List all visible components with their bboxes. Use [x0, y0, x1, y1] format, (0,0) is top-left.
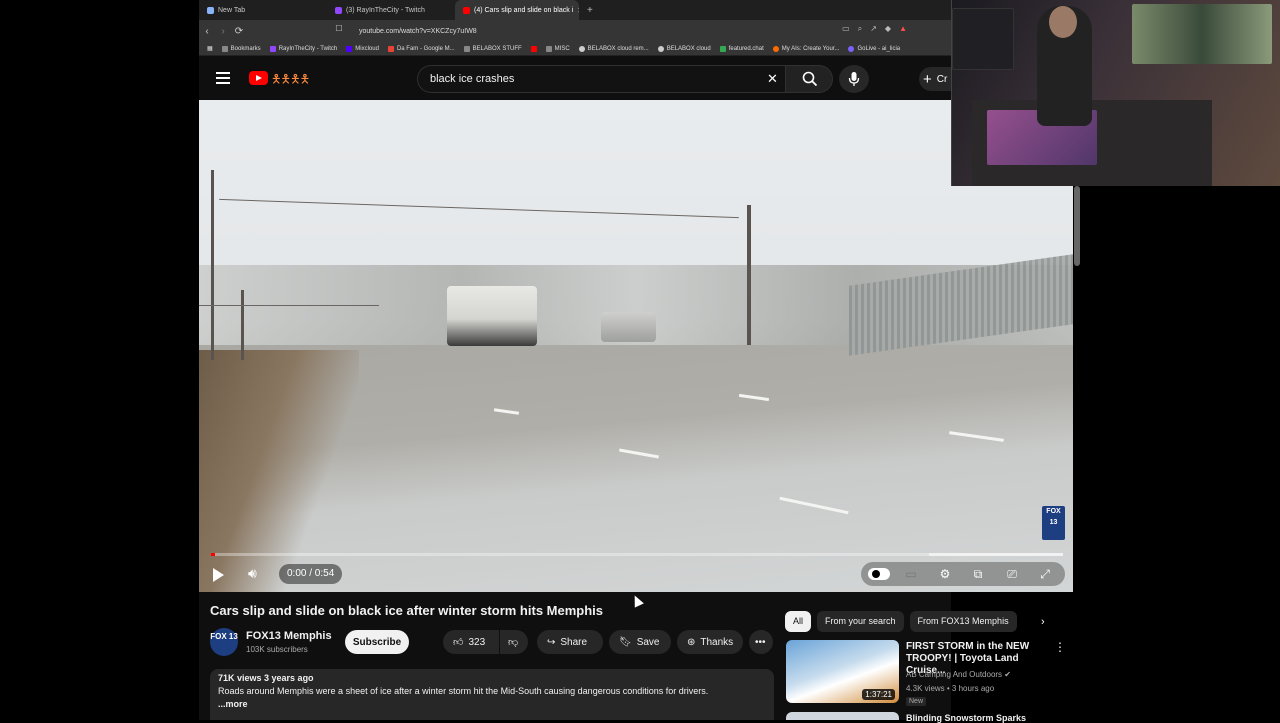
video-frame-wire [199, 305, 379, 306]
youtube-logo-icon[interactable] [249, 71, 268, 85]
time-display: 0:00 / 0:54 [279, 564, 343, 584]
fullscreen-icon[interactable]: ⤢ [1037, 567, 1053, 581]
verified-check-icon: ✔ [1004, 670, 1011, 679]
video-player[interactable]: FOX 13 🔊︎ 0:00 / 0:54 ▭ ⚙ ⧉ ⎚ ⤢ [199, 100, 1073, 592]
recommendation-thumbnail[interactable] [786, 712, 899, 720]
thumbs-up-icon: 👍︎ [453, 637, 464, 648]
new-badge: New [906, 697, 927, 706]
miniplayer-icon[interactable]: ⧉ [970, 567, 986, 581]
video-frame-truck [601, 312, 656, 342]
clear-search-icon[interactable]: ✕ [767, 71, 778, 87]
youtube-doodle-icon[interactable]: 🯅🯅🯅🯅 [271, 70, 310, 91]
webcam-monitor [952, 8, 1014, 70]
page-scrollbar[interactable] [1074, 186, 1080, 266]
video-duration: 1:37:21 [862, 689, 895, 700]
video-frame-pole [241, 290, 244, 360]
chip-all[interactable]: All [785, 611, 812, 632]
show-more-link[interactable]: ...more [218, 699, 766, 709]
view-count-date: 71K views 3 years ago [218, 673, 314, 683]
share-arrow-icon: ↪ [547, 636, 556, 648]
recommendation-channel[interactable]: AB Camping And Outdoors ✔ [906, 670, 1011, 679]
video-frame-streetlight [747, 205, 751, 345]
description-box[interactable]: 71K views 3 years ago Roads around Memph… [210, 669, 774, 720]
cast-icon[interactable]: ⎚ [1004, 567, 1020, 581]
like-button[interactable]: 👍︎ 323 [443, 630, 499, 654]
more-vertical-icon[interactable]: ⋮ [1054, 640, 1066, 654]
share-button[interactable]: ↪ Share [537, 630, 603, 654]
plus-icon: + [923, 70, 932, 88]
search-icon [802, 71, 818, 87]
recommendation-thumbnail[interactable]: 1:37:21 [786, 640, 899, 703]
webcam-overlay [951, 0, 1280, 186]
video-frame-wire [219, 198, 739, 219]
search-input[interactable] [428, 72, 752, 86]
recommendation-title[interactable]: Blinding Snowstorm Sparks [906, 713, 1026, 723]
autoplay-toggle[interactable] [868, 568, 890, 580]
volume-icon[interactable]: 🔊︎ [248, 565, 257, 582]
progress-fill [211, 553, 215, 556]
save-button[interactable]: 🔖︎ Save [609, 630, 671, 654]
youtube-page: 🯅🯅🯅🯅 ✕ + Cr [199, 0, 1080, 723]
youtube-header: 🯅🯅🯅🯅 ✕ + Cr [199, 57, 1075, 100]
microphone-icon [848, 72, 860, 86]
subscriber-count: 103K subscribers [246, 645, 308, 654]
settings-gear-icon[interactable]: ⚙ [937, 567, 953, 581]
chevron-right-icon[interactable]: › [1041, 616, 1045, 628]
thanks-button[interactable]: ⊛ Thanks [677, 630, 743, 654]
player-controls-right [861, 562, 1065, 586]
channel-avatar[interactable]: FOX 13 [210, 628, 238, 656]
dislike-button[interactable]: 👎︎ [500, 630, 528, 654]
hamburger-menu-icon[interactable] [216, 72, 230, 84]
more-horizontal-icon: ••• [755, 636, 766, 648]
webcam-person-head [1049, 6, 1077, 38]
captions-icon[interactable]: ▭ [903, 567, 919, 581]
subscribe-button[interactable]: Subscribe [345, 630, 409, 654]
search-button[interactable] [785, 65, 833, 93]
chip-from-channel[interactable]: From FOX13 Memphis [909, 611, 1017, 632]
more-actions-button[interactable]: ••• [749, 630, 773, 654]
fox13-watermark: FOX 13 [1042, 506, 1065, 540]
video-frame-suv [447, 286, 537, 346]
webcam-monitor [1132, 4, 1272, 64]
video-title: Cars slip and slide on black ice after w… [210, 603, 603, 618]
recommendation-meta: 4.3K views • 3 hours ago [906, 684, 995, 693]
voice-search-button[interactable] [839, 65, 869, 93]
search-box [417, 65, 795, 93]
buffer-segment [929, 553, 1063, 556]
video-frame-pole [211, 170, 214, 360]
chip-from-your-search[interactable]: From your search [817, 611, 904, 632]
description-text: Roads around Memphis were a sheet of ice… [218, 686, 709, 696]
video-progress-bar[interactable] [211, 553, 1063, 556]
bookmark-icon: 🔖︎ [619, 636, 632, 648]
super-thanks-icon: ⊛ [687, 636, 696, 648]
thumbs-down-icon: 👎︎ [508, 637, 519, 648]
filter-chips: All From your search From FOX13 Memphis [785, 611, 1017, 632]
channel-name[interactable]: FOX13 Memphis [246, 630, 332, 642]
play-button[interactable] [213, 568, 224, 582]
